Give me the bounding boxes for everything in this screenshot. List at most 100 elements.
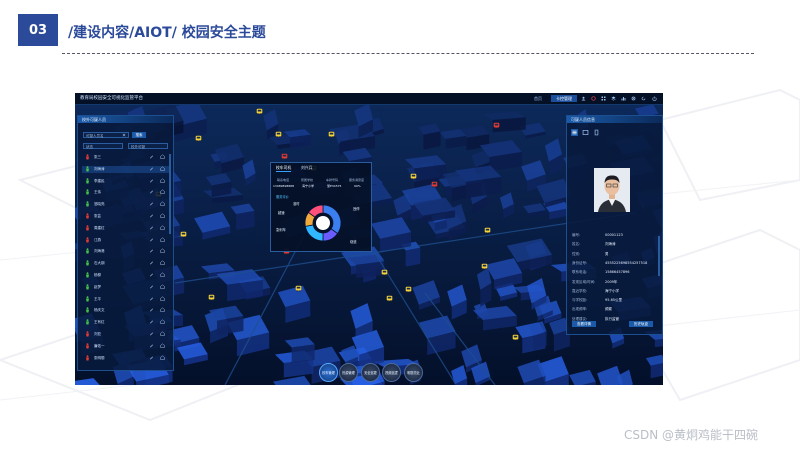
tab-bus-driver[interactable]: 校车司机	[276, 165, 292, 172]
view-details-button[interactable]: 查看详情	[572, 321, 596, 327]
nav-security-patrol[interactable]: 安全巡更	[361, 363, 380, 382]
person-row[interactable]: 王伟	[82, 189, 170, 196]
person-row[interactable]: 杨庆文	[82, 307, 170, 314]
home-icon[interactable]	[160, 166, 165, 171]
edit-icon[interactable]	[149, 284, 154, 289]
map-marker-icon[interactable]	[386, 295, 393, 302]
map-marker-icon[interactable]	[281, 153, 288, 160]
edit-icon[interactable]	[149, 189, 154, 194]
home-icon[interactable]	[160, 284, 165, 289]
edit-icon[interactable]	[149, 296, 154, 301]
user-icon[interactable]	[581, 96, 586, 101]
nav-video-patrol[interactable]: 视频巡逻	[382, 363, 401, 382]
map-marker-icon[interactable]	[484, 227, 491, 234]
edit-icon[interactable]	[149, 178, 154, 183]
edit-icon[interactable]	[149, 307, 154, 312]
map-marker-icon[interactable]	[405, 286, 412, 293]
layers-icon[interactable]	[611, 96, 616, 101]
home-icon[interactable]	[160, 201, 165, 206]
nav-school-bus[interactable]: 校车管理	[319, 363, 338, 382]
history-track-button[interactable]: 历史轨迹	[629, 321, 653, 327]
refresh-icon[interactable]	[641, 96, 646, 101]
status-filter[interactable]: 状态	[83, 143, 123, 149]
list-view-icon[interactable]	[571, 129, 578, 136]
edit-icon[interactable]	[149, 355, 154, 360]
person-row[interactable]: 李建民	[82, 177, 170, 185]
clear-icon[interactable]	[122, 133, 126, 137]
person-row[interactable]: 江燕	[82, 236, 170, 244]
nav-heat-source[interactable]: 热源管理	[339, 363, 358, 382]
person-row[interactable]: 刘亚	[82, 331, 170, 338]
person-row[interactable]: 张芸	[82, 213, 170, 220]
home-icon[interactable]	[160, 272, 165, 277]
home-icon[interactable]	[160, 319, 165, 324]
power-icon[interactable]	[652, 96, 657, 101]
chart-icon[interactable]	[621, 96, 626, 101]
edit-icon[interactable]	[149, 343, 154, 348]
map-marker-icon[interactable]	[512, 334, 519, 341]
home-icon[interactable]	[160, 355, 165, 360]
edit-icon[interactable]	[149, 260, 154, 265]
home-icon[interactable]	[160, 343, 165, 348]
person-row[interactable]: 赵梦	[82, 284, 170, 291]
edit-icon[interactable]	[149, 166, 154, 171]
tab-control-management[interactable]: 卡控管理	[551, 95, 577, 102]
list-scrollbar[interactable]	[169, 154, 171, 234]
home-icon[interactable]	[160, 248, 165, 254]
document-icon[interactable]	[593, 129, 600, 136]
map-marker-icon[interactable]	[481, 263, 488, 270]
edit-icon[interactable]	[149, 201, 154, 206]
map-marker-icon[interactable]	[275, 131, 282, 138]
home-icon[interactable]	[160, 260, 165, 265]
person-row[interactable]: 廉佑一	[82, 343, 170, 350]
edit-icon[interactable]	[149, 272, 154, 277]
home-icon[interactable]	[160, 331, 165, 336]
map-marker-icon[interactable]	[180, 231, 187, 238]
map-marker-icon[interactable]	[410, 173, 417, 180]
image-icon[interactable]	[582, 129, 589, 136]
map-marker-icon[interactable]	[208, 294, 215, 301]
map-marker-icon[interactable]	[328, 131, 335, 138]
map-marker-icon[interactable]	[195, 135, 202, 142]
home-icon[interactable]	[160, 154, 165, 159]
person-row[interactable]: 刘海涛	[82, 165, 170, 173]
edit-icon[interactable]	[149, 154, 154, 159]
tab-home[interactable]: 首页	[527, 95, 549, 102]
edit-icon[interactable]	[149, 225, 154, 230]
map-marker-icon[interactable]	[493, 122, 500, 129]
person-row[interactable]: 邹晓亮	[82, 201, 170, 208]
map-marker-icon[interactable]	[381, 269, 388, 276]
alarm-icon[interactable]	[591, 96, 596, 101]
tab-driver-name[interactable]: 刘兴兵	[301, 165, 312, 171]
home-icon[interactable]	[160, 307, 165, 313]
edit-icon[interactable]	[149, 319, 154, 324]
grid-icon[interactable]	[601, 96, 606, 101]
home-icon[interactable]	[160, 178, 165, 183]
person-row[interactable]: 石大钢	[82, 260, 170, 267]
map-marker-icon[interactable]	[295, 285, 302, 292]
map-marker-icon[interactable]	[256, 108, 263, 115]
person-row[interactable]: 王有红	[82, 319, 170, 326]
home-icon[interactable]	[160, 296, 165, 301]
person-row[interactable]: 周建红	[82, 225, 170, 232]
map-marker-icon[interactable]	[431, 181, 438, 188]
search-button[interactable]: 搜索	[132, 132, 146, 138]
nav-open-kitchen[interactable]: 明厨亮灶	[404, 363, 423, 382]
person-row[interactable]: 王平	[82, 295, 170, 303]
edit-icon[interactable]	[149, 237, 154, 242]
edit-icon[interactable]	[149, 331, 154, 336]
service-donut-chart[interactable]	[301, 201, 345, 245]
category-filter[interactable]: 校外可疑	[128, 143, 168, 149]
edit-icon[interactable]	[149, 213, 154, 218]
home-icon[interactable]	[160, 189, 165, 195]
info-scrollbar[interactable]	[658, 236, 660, 276]
person-row[interactable]: 张明丽	[82, 354, 170, 362]
home-icon[interactable]	[160, 225, 165, 230]
person-row[interactable]: 杨柳	[82, 272, 170, 279]
edit-icon[interactable]	[149, 248, 154, 253]
person-row[interactable]: 张三	[82, 154, 170, 161]
home-icon[interactable]	[160, 213, 165, 218]
settings-icon[interactable]	[631, 96, 636, 101]
person-row[interactable]: 刘海港	[82, 248, 170, 255]
home-icon[interactable]	[160, 237, 165, 242]
